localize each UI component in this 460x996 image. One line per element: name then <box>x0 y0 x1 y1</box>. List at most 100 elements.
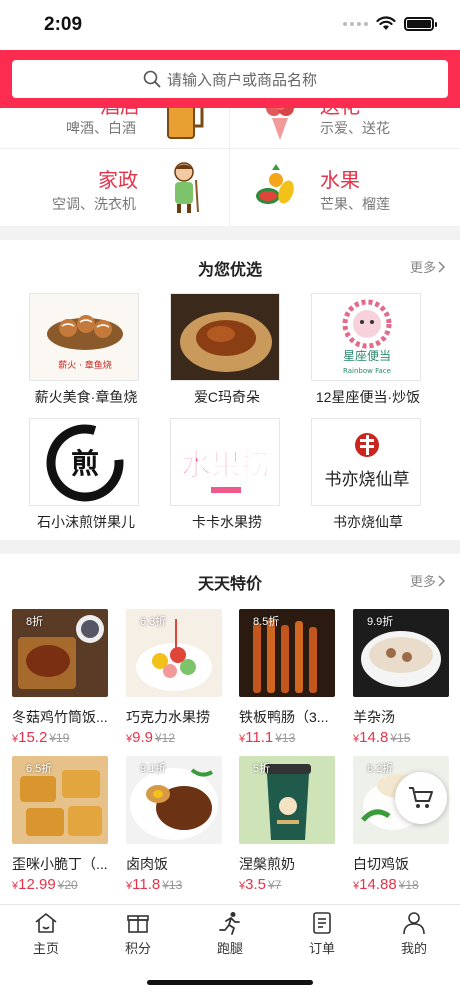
deal-name: 冬菇鸡竹筒饭... <box>12 709 108 725</box>
discount-badge: 6.3折 <box>140 616 167 628</box>
housekeeper-icon <box>174 162 199 213</box>
shop-name: 薪火美食·章鱼烧 <box>34 389 138 405</box>
category-grid: 酒店 啤酒、白酒 送花 示爱、送花 家政 空调、洗衣机 水果 <box>0 108 460 226</box>
shop-logo: 薪火 · 章鱼烧 <box>29 293 139 381</box>
category-fruit[interactable]: 水果 芒果、榴莲 <box>230 148 459 226</box>
more-link[interactable]: 更多 <box>410 257 446 276</box>
deal-photo: 6.3折 <box>126 609 222 697</box>
deal-photo: 8折 <box>12 609 108 697</box>
tab-orders[interactable]: 订单 <box>282 911 362 961</box>
more-label: 更多 <box>409 260 436 275</box>
signal-icon <box>343 21 368 26</box>
deal-photo: 6.5折 <box>12 756 108 844</box>
order-icon <box>313 912 331 934</box>
shop-logo: 水果捞 <box>170 418 280 506</box>
tab-me[interactable]: 我的 <box>374 911 454 961</box>
deal-card[interactable]: 8.2折 白切鸡饭 ¥14.88 ¥18 <box>353 756 453 896</box>
more-link[interactable]: 更多 <box>410 571 446 590</box>
search-input[interactable]: 请输入商户或商品名称 <box>12 60 448 98</box>
shop-logo-text: 书亦烧仙草 <box>325 470 410 490</box>
tab-home[interactable]: 主页 <box>6 911 86 961</box>
category-title: 水果 <box>320 170 360 192</box>
deal-card[interactable]: 5折 涅槃煎奶 ¥3.5 ¥7 <box>239 756 339 896</box>
deal-card[interactable]: 6.5折 歪咪小脆丁（... ¥12.99 ¥20 <box>12 756 112 896</box>
deal-card[interactable]: 9.1折 卤肉饭 ¥11.8 ¥13 <box>126 756 226 896</box>
category-title: 家政 <box>98 170 138 192</box>
discount-badge: 5折 <box>253 763 271 775</box>
shop-name: 12星座便当·炒饭 <box>315 389 421 405</box>
discount-badge: 9.1折 <box>140 763 167 775</box>
shop-logo: 书亦烧仙草 <box>311 418 421 506</box>
shop-name: 书亦烧仙草 <box>333 514 403 530</box>
category-housekeeping[interactable]: 家政 空调、洗衣机 <box>0 148 229 226</box>
deal-price: ¥11.1 ¥13 <box>239 729 296 746</box>
more-label: 更多 <box>409 574 436 589</box>
cart-button[interactable] <box>395 772 447 824</box>
chevron-right-icon <box>438 260 446 273</box>
discount-badge: 8.2折 <box>367 763 394 775</box>
tab-points[interactable]: 积分 <box>98 911 178 961</box>
wifi-icon <box>376 16 396 30</box>
deal-price: ¥11.8 ¥13 <box>126 876 183 893</box>
home-indicator <box>147 980 313 985</box>
deal-card[interactable]: 8折 冬菇鸡竹筒饭... ¥15.2 ¥19 <box>12 609 112 749</box>
deal-name: 白切鸡饭 <box>353 856 409 872</box>
chevron-right-icon <box>438 574 446 587</box>
section-title: 为您优选 <box>197 262 262 279</box>
beer-icon <box>167 108 204 139</box>
deal-name: 卤肉饭 <box>126 856 168 872</box>
shop-name: 卡卡水果捞 <box>192 514 262 530</box>
deal-photo: 5折 <box>239 756 335 844</box>
category-subtitle: 空调、洗衣机 <box>52 196 136 212</box>
tab-label: 我的 <box>400 941 427 956</box>
tab-label: 跑腿 <box>216 941 243 956</box>
category-subtitle: 芒果、榴莲 <box>320 196 390 212</box>
home-icon <box>35 913 57 933</box>
section-title: 天天特价 <box>197 576 262 593</box>
battery-icon <box>404 16 437 31</box>
deal-price: ¥3.5 ¥7 <box>239 876 282 893</box>
tab-label: 积分 <box>124 941 151 956</box>
status-time: 2:09 <box>44 14 83 35</box>
status-bar: 2:09 <box>0 0 460 50</box>
search-header: 请输入商户或商品名称 <box>0 50 460 108</box>
deal-name: 铁板鸭肠（3... <box>239 709 329 725</box>
deal-card[interactable]: 8.5折 铁板鸭肠（3... ¥11.1 ¥13 <box>239 609 339 749</box>
deal-price: ¥9.9 ¥12 <box>126 729 176 746</box>
shop-logo: 星座便当 Rainbow Face <box>311 293 421 381</box>
deal-price: ¥14.88 ¥18 <box>353 876 419 893</box>
deal-name: 歪咪小脆丁（... <box>12 856 108 872</box>
search-placeholder: 请输入商户或商品名称 <box>166 71 317 89</box>
flower-icon <box>266 108 294 140</box>
cart-icon <box>409 787 433 808</box>
discount-badge: 9.9折 <box>367 616 394 628</box>
daily-deals-section: 天天特价 更多 8折 冬菇鸡竹筒饭... ¥15.2 ¥19 6.3折 巧克力水… <box>0 554 460 904</box>
shop-logo-text: 星座便当 <box>343 348 391 363</box>
recommended-section: 为您优选 更多 薪火 · 章鱼烧 薪火美食·章鱼烧 爱C玛奇朵 星座便当 Rai… <box>0 240 460 540</box>
tab-errand[interactable]: 跑腿 <box>190 911 270 961</box>
deal-photo: 9.9折 <box>353 609 449 697</box>
deal-price: ¥14.8 ¥15 <box>353 729 411 746</box>
category-flowers[interactable]: 送花 示爱、送花 <box>230 108 459 148</box>
deal-card[interactable]: 6.3折 巧克力水果捞 ¥9.9 ¥12 <box>126 609 226 749</box>
search-icon <box>143 70 161 88</box>
gift-icon <box>127 915 149 933</box>
tab-label: 订单 <box>308 941 335 956</box>
deal-photo: 9.1折 <box>126 756 222 844</box>
shop-logo-subtext: Rainbow Face <box>343 367 391 375</box>
shop-name: 爱C玛奇朵 <box>193 389 261 405</box>
discount-badge: 8.5折 <box>253 616 280 628</box>
fruit-basket-icon <box>256 164 294 204</box>
shop-name: 石小沫煎饼果儿 <box>37 514 135 530</box>
category-subtitle: 示爱、送花 <box>320 120 390 136</box>
deal-card[interactable]: 9.9折 羊杂汤 ¥14.8 ¥15 <box>353 609 453 749</box>
runner-icon <box>219 912 240 935</box>
deal-price: ¥15.2 ¥19 <box>12 729 70 746</box>
discount-badge: 6.5折 <box>26 763 53 775</box>
category-hotel[interactable]: 酒店 啤酒、白酒 <box>0 108 229 148</box>
tab-label: 主页 <box>32 941 59 956</box>
shop-logo: 煎 <box>29 418 139 506</box>
discount-badge: 8折 <box>26 616 44 628</box>
deal-name: 涅槃煎奶 <box>239 856 295 872</box>
shop-logo-text: 薪火 · 章鱼烧 <box>58 359 112 371</box>
